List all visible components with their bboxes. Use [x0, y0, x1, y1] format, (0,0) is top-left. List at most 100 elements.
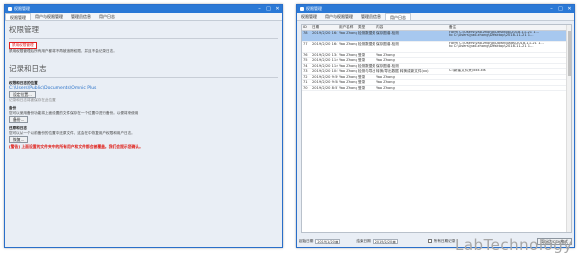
cell-id: 74 [303, 63, 308, 68]
window-title: 权限管理 [306, 6, 322, 11]
cell-content: Yao Zhong [376, 85, 395, 90]
cell-content: 保存图谱-检测 [376, 30, 399, 35]
table-body: 782019/2/20 16:14Yao Zhong检测数据处理保存图谱-检测F… [302, 30, 571, 91]
cell-date: 2019/2/20 9:58 [312, 80, 338, 84]
cell-type: 检测与导出 [358, 69, 375, 73]
cell-user: Yao Zhong [339, 63, 357, 68]
page-title: 权限管理 [9, 25, 39, 34]
cell-content: Yao Zhong [376, 52, 395, 57]
cell-content: 保存图谱-检测 [376, 63, 399, 68]
note-line: to C:\Users\yao.zhong\Desktop\2018-11-21… [449, 33, 534, 38]
tab-strip: 权限管理 用户与权限管理 管理员信息 用户日志 [297, 13, 574, 21]
title-bar: 权限管理 – □ ✕ [5, 5, 282, 13]
permission-settings-window: 权限管理 – □ ✕ 权限管理 用户与权限管理 管理员信息 用户日志 权限管理 … [4, 4, 283, 248]
cell-date: 2019/2/20 13:10 [312, 52, 338, 57]
location-note: 记录和日志将被保存在此位置 [9, 98, 56, 102]
cell-type: 登录 [358, 52, 366, 57]
scrollbar-thumb[interactable] [568, 31, 571, 76]
minimize-button[interactable]: – [547, 5, 556, 13]
end-date-picker[interactable]: 2019/2/20 ▦ [372, 238, 398, 244]
tab-user-log[interactable]: 用户日志 [385, 13, 411, 20]
cell-note [448, 75, 571, 80]
restore-description: 您可以从一个以前备份的位置中还原文件，这会在中恢复用户权限和用户日志。 [9, 131, 135, 135]
cell-content: Yao Zhong [376, 74, 395, 79]
cell-type: 登录 [358, 74, 366, 79]
app-icon [300, 7, 304, 11]
minimize-button[interactable]: – [255, 5, 264, 13]
start-date-picker[interactable]: 2019/1/20 ▦ [315, 238, 341, 244]
user-log-window: 权限管理 – □ ✕ 权限管理 用户与权限管理 管理员信息 用户日志 ID 日期… [296, 4, 575, 248]
note-line: C:\新建文件夹\xxx.xls [449, 69, 486, 72]
tab-permissions[interactable]: 权限管理 [297, 13, 321, 20]
window-title: 权限管理 [14, 6, 30, 11]
cell-note [448, 58, 571, 63]
vertical-scrollbar[interactable] [566, 25, 571, 232]
tab-user-permissions[interactable]: 用户与权限管理 [321, 13, 357, 20]
backup-button[interactable]: 备份... [9, 116, 29, 123]
maximize-button[interactable]: □ [264, 5, 273, 13]
divider [9, 77, 278, 78]
cell-date: 2019/2/20 10:53 [312, 69, 338, 73]
tab-admin-info[interactable]: 管理员信息 [357, 13, 385, 20]
end-date-value: 2019/2/20 [374, 239, 393, 244]
cell-note: C:\新建文件夹\xxx.xls [448, 69, 571, 74]
column-header-note[interactable]: 备注 [448, 25, 571, 30]
tab-permissions[interactable]: 权限管理 [5, 13, 31, 20]
cell-date: 2019/2/20 9:59 [312, 74, 338, 79]
close-button[interactable]: ✕ [273, 5, 282, 13]
note-line: to C:\Users\yao.zhong\Desktop\2018-11-21… [449, 44, 534, 49]
settings-content: 权限管理 禁用权限管理 禁用权限管理后所有用户都将不再被追踪权限，并且不会记录日… [5, 21, 282, 152]
cell-content: 转换/导出数据 转换成新文件(xx) [376, 69, 429, 73]
disable-permissions-button[interactable]: 禁用权限管理 [9, 42, 37, 49]
cell-date: 2019/2/20 11:06 [312, 58, 338, 62]
column-header-user[interactable]: 用户名称 [338, 25, 357, 30]
close-button[interactable]: ✕ [565, 5, 574, 13]
column-header-type[interactable]: 类型 [357, 25, 375, 30]
cell-id: 77 [303, 41, 308, 46]
column-header-content[interactable]: 内容 [375, 25, 448, 30]
overwrite-warning: [警告] 上面设置的文件夹中的所有用户和文件都会被覆盖。我们会提示您确认。 [9, 144, 143, 149]
cell-id: 73 [303, 69, 308, 73]
cell-note: Form C:\Users\yao.zhong\Downloads\2018-1… [448, 42, 571, 52]
set-location-button[interactable]: 设定位置... [9, 91, 36, 98]
cell-user: Yao Zhong [339, 30, 357, 35]
start-date-label: 起始日期 [299, 238, 314, 243]
disable-description: 禁用权限管理后所有用户都将不再被追踪权限，并且不会记录日志。 [9, 49, 117, 53]
cell-type: 登录 [358, 85, 366, 90]
show-all-label: 所有日期记录 [433, 238, 456, 243]
cell-type: 登录 [358, 58, 366, 62]
tab-strip: 权限管理 用户与权限管理 管理员信息 用户日志 [5, 13, 282, 21]
restore-button[interactable]: 恢复... [9, 136, 29, 143]
maximize-button[interactable]: □ [556, 5, 565, 13]
show-all-checkbox[interactable] [427, 239, 432, 243]
cell-type: 登录 [358, 80, 366, 84]
log-path: C:\Users\Public\Documents\Omnic Plus [9, 86, 97, 91]
column-header-date[interactable]: 日期 [311, 25, 338, 30]
cell-user: Yao Zhong [339, 74, 357, 79]
column-header-id[interactable]: ID [302, 25, 311, 30]
cell-id: 76 [303, 52, 308, 57]
cell-content: Yao Zhong [376, 58, 395, 62]
cell-user: Yao Zhong [339, 52, 357, 57]
cell-id: 71 [303, 80, 308, 84]
table-row[interactable]: 78 2019/2/20 16:14Yao Zhong检测数据处理保存图谱-检测 F… [302, 30, 571, 42]
cell-id: 72 [303, 74, 308, 79]
title-bar: 权限管理 – □ ✕ [297, 5, 574, 13]
cell-user: Yao Zhong [339, 85, 357, 90]
tab-admin-info[interactable]: 管理员信息 [67, 13, 95, 20]
log-table: ID 日期 用户名称 类型 内容 备注 782019/2/20 16:14Yao… [301, 24, 572, 233]
table-row[interactable]: 70 2019/2/20 8:57 Yao Zhong 登录 Yao Zhong [302, 85, 571, 91]
calendar-icon: ▦ [392, 239, 396, 244]
table-row[interactable]: 77 2019/2/20 16:14Yao Zhong检测数据处理保存图谱-检测 F… [302, 42, 571, 53]
cell-user: Yao Zhong [339, 80, 357, 84]
tab-user-log[interactable]: 用户日志 [95, 13, 119, 20]
divider [9, 38, 278, 39]
tab-user-permissions[interactable]: 用户与权限管理 [31, 13, 67, 20]
cell-note [448, 53, 571, 58]
log-section-title: 记录和日志 [9, 64, 47, 73]
cell-date: 2019/2/20 8:57 [312, 85, 338, 90]
cell-type: 检测数据处理 [358, 41, 375, 46]
cell-note [448, 80, 571, 85]
watermark-text: LabTechnology [455, 236, 573, 254]
cell-date: 2019/2/20 16:14 [312, 41, 338, 46]
